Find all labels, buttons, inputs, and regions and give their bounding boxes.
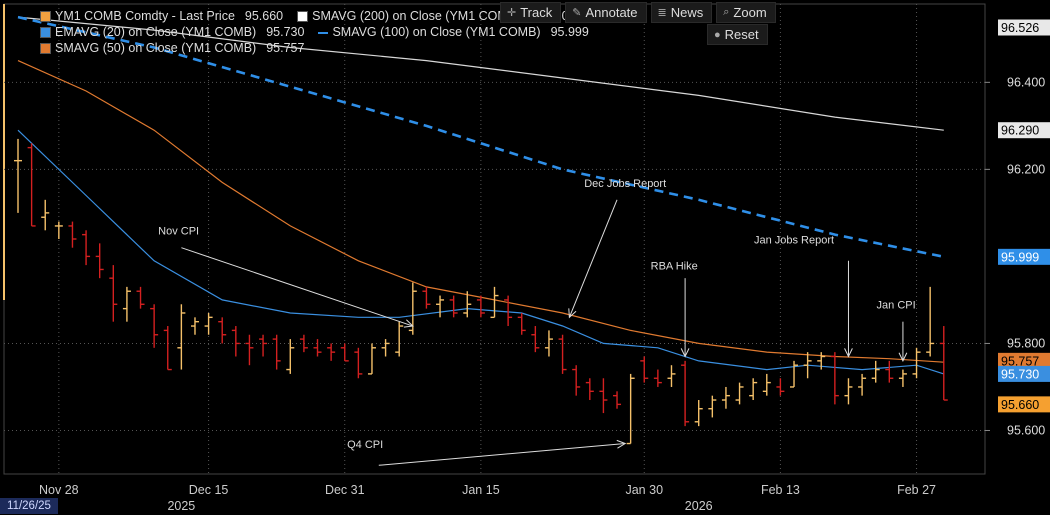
legend-item-sma100: SMAVG (100) on Close (YM1 COMB) 95.999 [318,24,589,40]
news-label: News [670,5,704,20]
reset-label: Reset [724,27,759,42]
y-tick-label: 95.800 [1007,336,1045,350]
legend-item-last-price: YM1 COMB Comdty - Last Price 95.660 [40,8,283,24]
legend-label-sma50: SMAVG (50) on Close (YM1 COMB) [55,41,257,55]
annotation-label: Jan Jobs Report [754,234,834,246]
x-tick-label: Dec 15 [189,483,229,497]
y-tick-label: 96.200 [1007,162,1045,176]
legend-value-last-price: 95.660 [244,9,284,23]
y-tick-label: 96.400 [1007,75,1045,89]
y-tick-label: 95.600 [1007,423,1045,437]
year-label: 2026 [685,499,713,513]
crosshair-icon: ✛ [507,7,517,19]
legend-label-last-price: YM1 COMB Comdty - Last Price [55,9,235,23]
x-tick-label: Nov 28 [39,483,79,497]
annotation-label: Q4 CPI [347,439,383,451]
annotation-label: Nov CPI [158,226,199,238]
plot-area [3,3,986,475]
x-tick-label: Jan 30 [625,483,663,497]
news-icon: ≣ [657,7,667,19]
sma100-swatch [318,32,329,34]
track-label: Track [520,5,553,20]
price-tag: 95.660 [1001,398,1039,412]
zoom-label: Zoom [733,5,767,20]
sma200-swatch [297,10,309,22]
price-tag: 96.526 [1001,21,1039,35]
track-button[interactable]: ✛ Track [500,2,562,23]
chart-toolbar: ✛ Track ✎ Annotate ≣ News ⌕ Zoom [500,2,780,23]
price-tag: 96.290 [1001,124,1039,138]
legend-value-ema20: 95.730 [266,25,305,39]
annotation-label: Jan CPI [877,300,916,312]
start-date-chip: 11/26/25 [0,498,58,514]
legend-item-ema20: EMAVG (20) on Close (YM1 COMB) 95.730 [40,24,304,40]
x-tick-label: Dec 31 [325,483,365,497]
annotate-button[interactable]: ✎ Annotate [565,2,647,23]
magnifier-icon: ⌕ [723,6,730,18]
x-tick-label: Feb 13 [761,483,800,497]
price-tag: 95.999 [1001,250,1039,264]
legend-label-sma200: SMAVG (200) on Close (YM1 COMB) [312,9,521,23]
x-tick-label: Feb 27 [897,483,936,497]
legend-value-sma50: 95.757 [266,41,305,55]
legend-label-sma100: SMAVG (100) on Close (YM1 COMB) [332,25,541,39]
reset-button[interactable]: ● Reset [707,24,768,45]
legend-label-ema20: EMAVG (20) on Close (YM1 COMB) [55,25,257,39]
annotate-label: Annotate [585,5,638,20]
pencil-icon: ✎ [572,7,582,19]
year-label: 2025 [167,499,195,513]
ema20-swatch [40,26,51,38]
legend-item-sma50: SMAVG (50) on Close (YM1 COMB) 95.757 [40,40,304,56]
legend-value-sma100: 95.999 [550,25,589,39]
annotation-label: RBA Hike [651,260,698,272]
sma50-swatch [40,42,51,54]
zoom-button[interactable]: ⌕ Zoom [716,2,776,23]
price-chart[interactable]: Nov 28 Dec 15 Dec 31 Jan 15 Jan 30 Feb 13 Feb … [0,0,1050,515]
last-price-swatch [40,10,51,22]
x-tick-label: Jan 15 [462,483,500,497]
news-button[interactable]: ≣ News [650,2,713,23]
reset-icon: ● [714,28,721,41]
annotation-label: Dec Jobs Report [584,178,666,190]
price-tag: 95.730 [1001,367,1039,381]
